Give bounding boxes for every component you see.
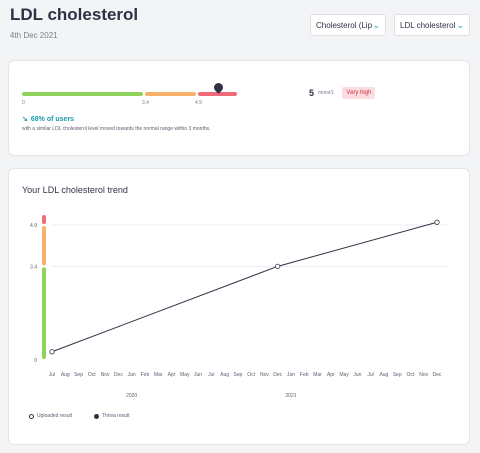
range-band-normal [42, 267, 46, 359]
legend-uploaded: Uploaded result [29, 413, 72, 419]
range-band-high [42, 215, 46, 225]
data-point [49, 349, 55, 355]
x-tick-label: Mar [154, 372, 163, 378]
range-segment-normal [22, 92, 143, 96]
hollow-dot-icon [29, 413, 34, 419]
range-tick-label: 3.4 [142, 100, 149, 106]
x-tick-label: Feb [141, 372, 150, 378]
legend-thriva-label: Thriva result [102, 413, 130, 419]
y-tick-label: 0 [34, 358, 37, 364]
x-tick-label: Oct [247, 372, 255, 378]
x-tick-label: May [339, 372, 349, 378]
x-tick-label: Aug [379, 372, 388, 378]
data-point [275, 263, 281, 269]
chevron-down-icon: ⌄ [372, 19, 380, 30]
x-tick-label: Feb [300, 372, 309, 378]
x-tick-label: Oct [407, 372, 415, 378]
users-description: with a similar LDL cholesterol level mov… [22, 126, 211, 132]
trend-down-arrow-icon: ↘ [22, 116, 28, 123]
users-percentage: ↘ 68% of users [22, 115, 75, 124]
x-year-label: 2021 [285, 393, 296, 399]
x-tick-label: Nov [101, 372, 110, 378]
filled-dot-icon [94, 413, 99, 419]
x-tick-label: Dec [114, 372, 123, 378]
x-tick-label: Jul [208, 372, 214, 378]
data-point [434, 219, 440, 225]
y-tick-label: 4.9 [30, 223, 37, 229]
legend-thriva: Thriva result [94, 413, 130, 419]
x-tick-label: Sep [393, 372, 402, 378]
result-date: 4th Dec 2021 [10, 31, 58, 40]
range-tick-label: 4.9 [195, 100, 202, 106]
x-tick-label: Apr [327, 372, 335, 378]
range-segment-borderline [145, 92, 196, 96]
x-tick-label: Jun [194, 372, 202, 378]
trend-chart: 0 3.4 4.9 Jul Aug Sep Oct Nov Dec Jan Feb Mar Apr May… [30, 215, 447, 399]
trend-card: Your LDL cholesterol trend 0 3.4 4.9 Jul Aug… [8, 168, 470, 445]
x-tick-label: May [180, 372, 190, 378]
chevron-down-icon: ⌄ [456, 19, 464, 30]
x-tick-label: Aug [220, 372, 229, 378]
x-tick-label: Jan [287, 372, 295, 378]
x-tick-label: Jan [128, 372, 136, 378]
biomarker-dropdown[interactable]: LDL cholesterol ⌄ [394, 14, 470, 36]
x-year-label: 2020 [126, 393, 137, 399]
x-tick-label: Dec [273, 372, 282, 378]
category-dropdown-value: Cholesterol (Lip [316, 20, 373, 30]
status-badge: Very high [342, 87, 376, 99]
x-tick-label: Dec [433, 372, 442, 378]
x-tick-label: Jul [49, 372, 55, 378]
x-tick-label: Nov [260, 372, 269, 378]
page-title: LDL cholesterol [10, 5, 139, 24]
x-tick-label: Aug [61, 372, 70, 378]
legend-uploaded-label: Uploaded result [37, 413, 73, 419]
category-dropdown[interactable]: Cholesterol (Lip ⌄ [310, 14, 386, 36]
x-tick-label: Sep [233, 372, 242, 378]
x-tick-label: Nov [419, 372, 428, 378]
x-tick-label: Jun [353, 372, 361, 378]
x-tick-label: Oct [88, 372, 96, 378]
result-value: 5 mmol/L Very high [309, 87, 376, 99]
value-number: 5 [309, 88, 315, 98]
x-tick-label: Jul [367, 372, 373, 378]
users-percentage-text: 68% of users [30, 115, 75, 123]
y-tick-label: 3.4 [30, 264, 37, 270]
biomarker-dropdown-value: LDL cholesterol [400, 20, 456, 30]
x-tick-label: Sep [74, 372, 83, 378]
trend-line [51, 221, 438, 353]
x-tick-label: Apr [168, 372, 176, 378]
x-tick-label: Mar [313, 372, 322, 378]
range-band-borderline [42, 226, 46, 266]
value-unit: mmol/L [318, 90, 335, 96]
range-card: 0 3.4 4.9 5 mmol/L Very high ↘ 68% of us… [8, 60, 470, 156]
range-tick-label: 0 [22, 100, 25, 106]
